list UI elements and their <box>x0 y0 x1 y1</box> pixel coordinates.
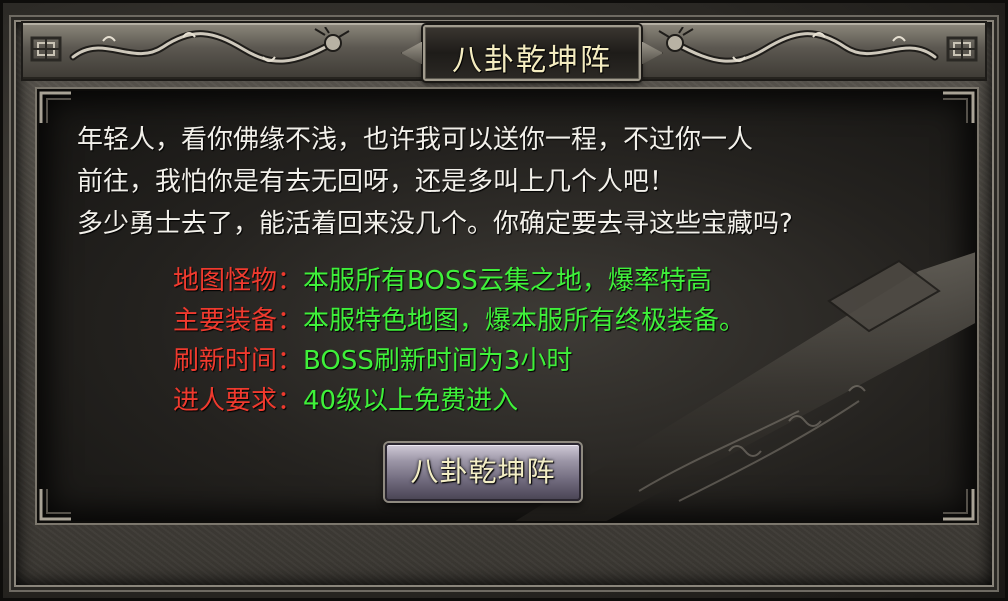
knot-ornament-icon <box>30 36 62 62</box>
info-value: 本服特色地图，爆本服所有终极装备。 <box>303 306 746 336</box>
info-label: 主要装备： <box>173 306 304 336</box>
knot-ornament-icon <box>946 36 978 62</box>
info-row-refresh-time: 刷新时间：BOSS刷新时间为3小时 <box>173 341 745 381</box>
info-row-entry-requirement: 进人要求：40级以上免费进入 <box>173 381 745 421</box>
info-row-monsters: 地图怪物：本服所有BOSS云集之地，爆率特高 <box>173 261 745 301</box>
corner-ornament-icon <box>39 91 71 123</box>
intro-line: 前往，我怕你是有去无回呀，还是多叫上几个人吧！ <box>77 167 676 197</box>
corner-ornament-icon <box>943 489 975 521</box>
info-value: 40级以上免费进入 <box>303 386 519 416</box>
dragon-ornament-icon <box>69 27 350 65</box>
info-value: 本服所有BOSS云集之地，爆率特高 <box>303 266 712 296</box>
corner-ornament-icon <box>39 489 71 521</box>
title-plaque: 八卦乾坤阵 <box>423 25 641 81</box>
info-row-equipment: 主要装备：本服特色地图，爆本服所有终极装备。 <box>173 301 745 341</box>
top-ornament-band: 八卦乾坤阵 <box>21 21 987 81</box>
map-info-list: 地图怪物：本服所有BOSS云集之地，爆率特高 主要装备：本服特色地图，爆本服所有… <box>173 261 745 421</box>
dialog-content-panel: 年轻人，看你佛缘不浅，也许我可以送你一程，不过你一人 前往，我怕你是有去无回呀，… <box>37 89 977 523</box>
enter-map-button[interactable]: 八卦乾坤阵 <box>385 443 581 501</box>
info-label: 进人要求： <box>173 386 304 416</box>
info-value: BOSS刷新时间为3小时 <box>303 346 573 376</box>
dragon-ornament-icon <box>658 27 939 65</box>
intro-line: 多少勇士去了，能活着回来没几个。你确定要去寻这些宝藏吗? <box>77 209 793 239</box>
intro-line: 年轻人，看你佛缘不浅，也许我可以送你一程，不过你一人 <box>77 125 754 155</box>
info-label: 刷新时间： <box>173 346 304 376</box>
dialog-title: 八卦乾坤阵 <box>452 43 612 78</box>
info-label: 地图怪物： <box>173 266 304 296</box>
npc-dialog-window: 八卦乾坤阵 年轻人，看你佛缘不浅，也许我可以送你一程，不过你一人 前往，我怕你是… <box>0 0 1008 601</box>
npc-intro-text: 年轻人，看你佛缘不浅，也许我可以送你一程，不过你一人 前往，我怕你是有去无回呀，… <box>77 119 957 245</box>
